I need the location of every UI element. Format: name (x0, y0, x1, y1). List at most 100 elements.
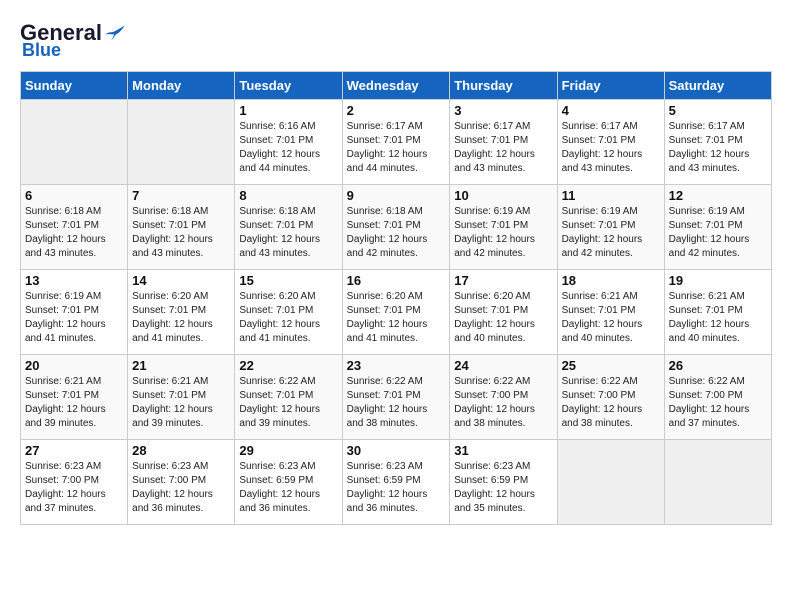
week-row-4: 20 Sunrise: 6:21 AMSunset: 7:01 PMDayligh… (21, 355, 772, 440)
day-info: Sunrise: 6:18 AMSunset: 7:01 PMDaylight:… (132, 205, 230, 261)
day-number: 10 (454, 188, 552, 203)
calendar-cell: 23 Sunrise: 6:22 AMSunset: 7:01 PMDayligh… (342, 355, 450, 440)
logo: General Blue (20, 20, 126, 61)
calendar-cell: 12Sunrise: 6:19 AMSunset: 7:01 PMDayligh… (664, 185, 771, 270)
calendar-cell: 10 Sunrise: 6:19 AMSunset: 7:01 PMDayligh… (450, 185, 557, 270)
day-number: 29 (239, 443, 337, 458)
day-number: 23 (347, 358, 446, 373)
day-number: 11 (562, 188, 660, 203)
calendar-cell: 31 Sunrise: 6:23 AMSunset: 6:59 PMDayligh… (450, 440, 557, 525)
day-info: Sunrise: 6:17 AMSunset: 7:01 PMDaylight:… (347, 120, 446, 176)
day-number: 4 (562, 103, 660, 118)
day-info: Sunrise: 6:18 AMSunset: 7:01 PMDaylight:… (239, 205, 337, 261)
calendar-table: SundayMondayTuesdayWednesdayThursdayFrid… (20, 71, 772, 525)
calendar-cell: 9 Sunrise: 6:18 AMSunset: 7:01 PMDaylight… (342, 185, 450, 270)
calendar-cell: 29Sunrise: 6:23 AMSunset: 6:59 PMDayligh… (235, 440, 342, 525)
day-number: 5 (669, 103, 767, 118)
calendar-cell: 7 Sunrise: 6:18 AMSunset: 7:01 PMDaylight… (128, 185, 235, 270)
calendar-cell: 30 Sunrise: 6:23 AMSunset: 6:59 PMDayligh… (342, 440, 450, 525)
day-info: Sunrise: 6:20 AMSunset: 7:01 PMDaylight:… (132, 290, 230, 346)
day-info: Sunrise: 6:23 AMSunset: 6:59 PMDaylight:… (454, 460, 552, 516)
calendar-cell (128, 100, 235, 185)
day-number: 25 (562, 358, 660, 373)
day-number: 8 (239, 188, 337, 203)
day-number: 19 (669, 273, 767, 288)
day-info: Sunrise: 6:23 AMSunset: 7:00 PMDaylight:… (132, 460, 230, 516)
day-number: 17 (454, 273, 552, 288)
day-info: Sunrise: 6:18 AMSunset: 7:01 PMDaylight:… (347, 205, 446, 261)
weekday-header-tuesday: Tuesday (235, 72, 342, 100)
day-info: Sunrise: 6:22 AMSunset: 7:01 PMDaylight:… (239, 375, 337, 431)
day-info: Sunrise: 6:20 AMSunset: 7:01 PMDaylight:… (347, 290, 446, 346)
calendar-cell: 19Sunrise: 6:21 AMSunset: 7:01 PMDayligh… (664, 270, 771, 355)
day-number: 21 (132, 358, 230, 373)
calendar-cell: 13 Sunrise: 6:19 AMSunset: 7:01 PMDayligh… (21, 270, 128, 355)
day-info: Sunrise: 6:22 AMSunset: 7:00 PMDaylight:… (454, 375, 552, 431)
day-number: 2 (347, 103, 446, 118)
weekday-header-sunday: Sunday (21, 72, 128, 100)
day-info: Sunrise: 6:19 AMSunset: 7:01 PMDaylight:… (669, 205, 767, 261)
day-number: 3 (454, 103, 552, 118)
day-number: 22 (239, 358, 337, 373)
calendar-cell: 16 Sunrise: 6:20 AMSunset: 7:01 PMDayligh… (342, 270, 450, 355)
day-number: 20 (25, 358, 123, 373)
day-number: 1 (239, 103, 337, 118)
calendar-cell: 28 Sunrise: 6:23 AMSunset: 7:00 PMDayligh… (128, 440, 235, 525)
calendar-cell: 25 Sunrise: 6:22 AMSunset: 7:00 PMDayligh… (557, 355, 664, 440)
day-info: Sunrise: 6:17 AMSunset: 7:01 PMDaylight:… (454, 120, 552, 176)
calendar-cell (21, 100, 128, 185)
day-info: Sunrise: 6:21 AMSunset: 7:01 PMDaylight:… (25, 375, 123, 431)
day-info: Sunrise: 6:20 AMSunset: 7:01 PMDaylight:… (239, 290, 337, 346)
day-info: Sunrise: 6:23 AMSunset: 7:00 PMDaylight:… (25, 460, 123, 516)
day-info: Sunrise: 6:19 AMSunset: 7:01 PMDaylight:… (454, 205, 552, 261)
day-info: Sunrise: 6:19 AMSunset: 7:01 PMDaylight:… (562, 205, 660, 261)
week-row-1: 1 Sunrise: 6:16 AMSunset: 7:01 PMDaylight… (21, 100, 772, 185)
day-info: Sunrise: 6:23 AMSunset: 6:59 PMDaylight:… (347, 460, 446, 516)
calendar-cell: 1 Sunrise: 6:16 AMSunset: 7:01 PMDaylight… (235, 100, 342, 185)
day-number: 9 (347, 188, 446, 203)
day-info: Sunrise: 6:17 AMSunset: 7:01 PMDaylight:… (562, 120, 660, 176)
day-info: Sunrise: 6:22 AMSunset: 7:01 PMDaylight:… (347, 375, 446, 431)
day-info: Sunrise: 6:18 AMSunset: 7:01 PMDaylight:… (25, 205, 123, 261)
weekday-header-friday: Friday (557, 72, 664, 100)
day-number: 18 (562, 273, 660, 288)
calendar-cell: 24 Sunrise: 6:22 AMSunset: 7:00 PMDayligh… (450, 355, 557, 440)
day-info: Sunrise: 6:22 AMSunset: 7:00 PMDaylight:… (562, 375, 660, 431)
week-row-3: 13 Sunrise: 6:19 AMSunset: 7:01 PMDayligh… (21, 270, 772, 355)
calendar-cell: 22 Sunrise: 6:22 AMSunset: 7:01 PMDayligh… (235, 355, 342, 440)
calendar-cell: 14Sunrise: 6:20 AMSunset: 7:01 PMDayligh… (128, 270, 235, 355)
calendar-cell: 8 Sunrise: 6:18 AMSunset: 7:01 PMDaylight… (235, 185, 342, 270)
day-info: Sunrise: 6:19 AMSunset: 7:01 PMDaylight:… (25, 290, 123, 346)
calendar-cell: 4 Sunrise: 6:17 AMSunset: 7:01 PMDaylight… (557, 100, 664, 185)
day-info: Sunrise: 6:22 AMSunset: 7:00 PMDaylight:… (669, 375, 767, 431)
calendar-cell: 17 Sunrise: 6:20 AMSunset: 7:01 PMDayligh… (450, 270, 557, 355)
calendar-cell: 26 Sunrise: 6:22 AMSunset: 7:00 PMDayligh… (664, 355, 771, 440)
page-header: General Blue (20, 20, 772, 61)
weekday-header-monday: Monday (128, 72, 235, 100)
day-number: 31 (454, 443, 552, 458)
weekday-header-saturday: Saturday (664, 72, 771, 100)
day-number: 27 (25, 443, 123, 458)
day-number: 28 (132, 443, 230, 458)
day-number: 26 (669, 358, 767, 373)
calendar-cell: 5 Sunrise: 6:17 AMSunset: 7:01 PMDaylight… (664, 100, 771, 185)
weekday-header-wednesday: Wednesday (342, 72, 450, 100)
week-row-5: 27 Sunrise: 6:23 AMSunset: 7:00 PMDayligh… (21, 440, 772, 525)
day-number: 30 (347, 443, 446, 458)
day-info: Sunrise: 6:20 AMSunset: 7:01 PMDaylight:… (454, 290, 552, 346)
logo-bird-icon (104, 22, 126, 44)
calendar-cell: 11 Sunrise: 6:19 AMSunset: 7:01 PMDayligh… (557, 185, 664, 270)
day-info: Sunrise: 6:16 AMSunset: 7:01 PMDaylight:… (239, 120, 337, 176)
day-info: Sunrise: 6:17 AMSunset: 7:01 PMDaylight:… (669, 120, 767, 176)
calendar-cell: 27 Sunrise: 6:23 AMSunset: 7:00 PMDayligh… (21, 440, 128, 525)
calendar-cell: 2 Sunrise: 6:17 AMSunset: 7:01 PMDaylight… (342, 100, 450, 185)
day-number: 24 (454, 358, 552, 373)
day-number: 16 (347, 273, 446, 288)
calendar-cell: 18Sunrise: 6:21 AMSunset: 7:01 PMDayligh… (557, 270, 664, 355)
day-number: 7 (132, 188, 230, 203)
calendar-cell: 6Sunrise: 6:18 AMSunset: 7:01 PMDaylight… (21, 185, 128, 270)
day-number: 15 (239, 273, 337, 288)
day-info: Sunrise: 6:21 AMSunset: 7:01 PMDaylight:… (132, 375, 230, 431)
day-number: 13 (25, 273, 123, 288)
calendar-header-row: SundayMondayTuesdayWednesdayThursdayFrid… (21, 72, 772, 100)
